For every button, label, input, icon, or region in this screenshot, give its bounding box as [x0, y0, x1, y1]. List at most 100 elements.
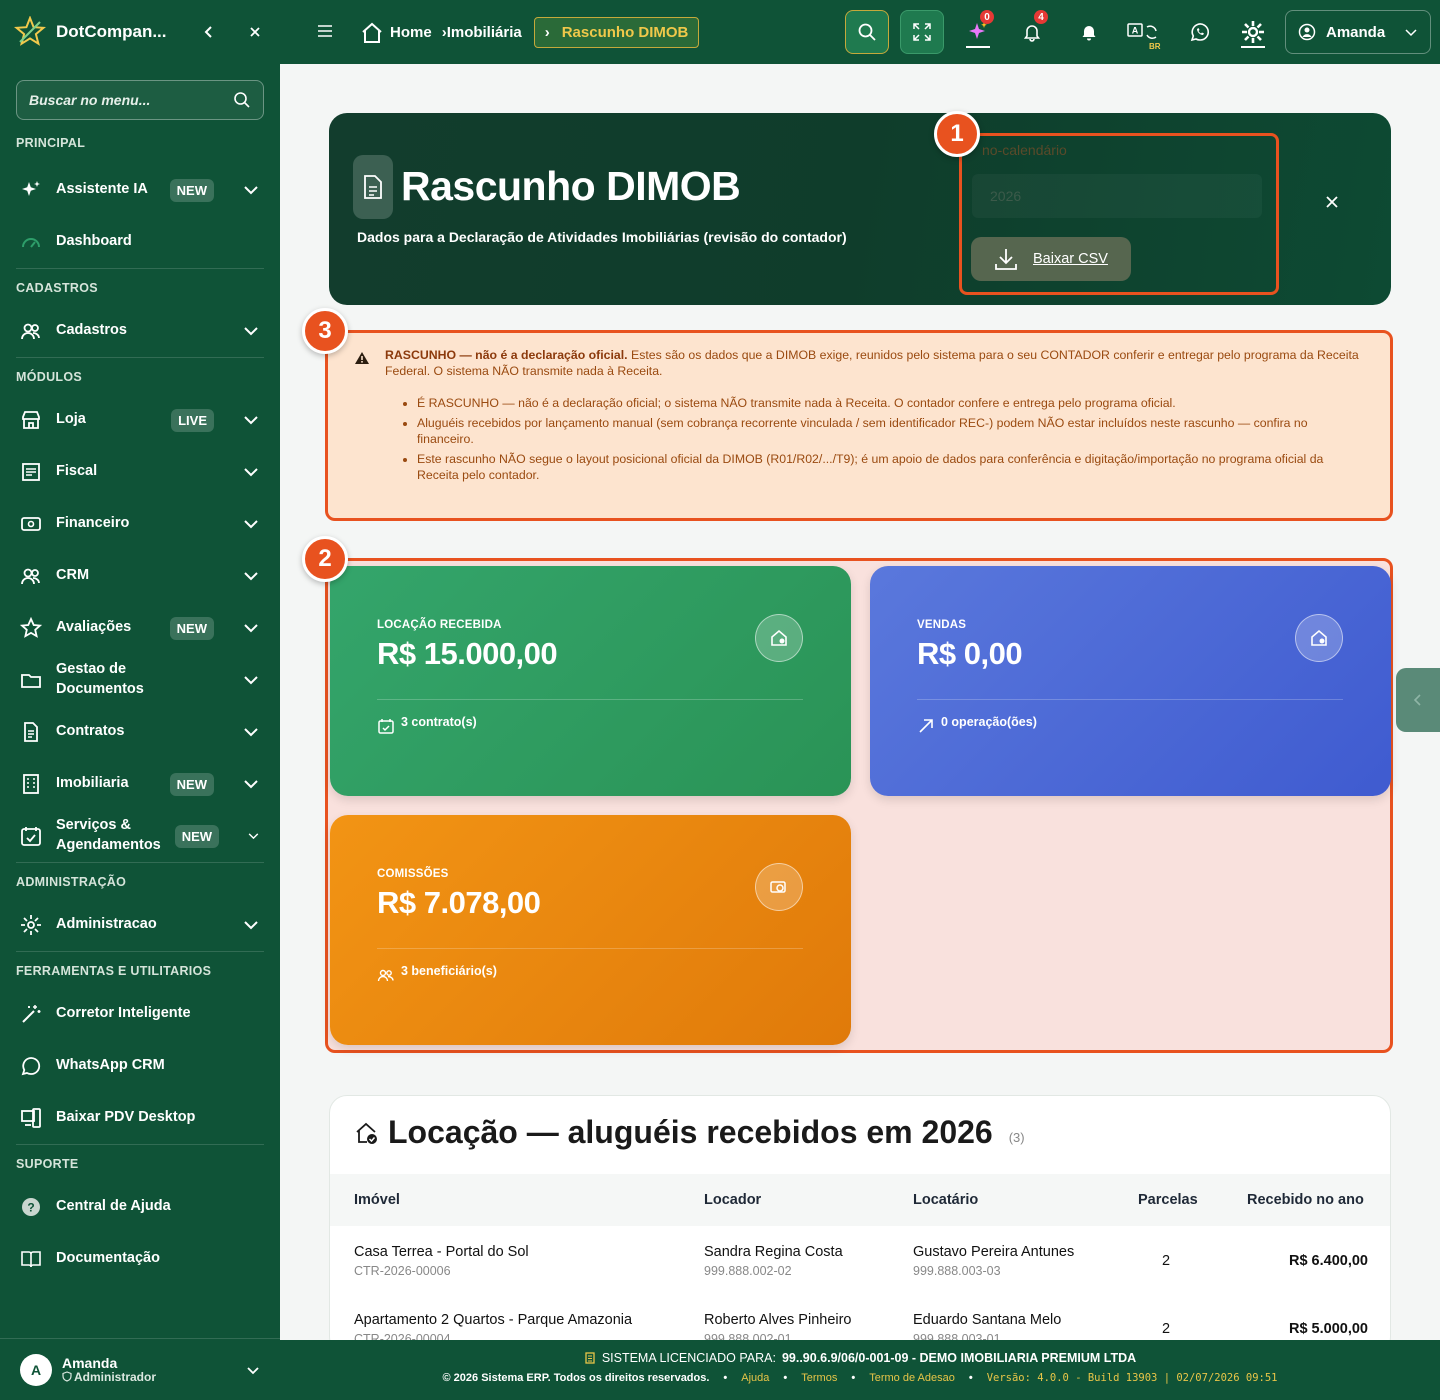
- table-row[interactable]: Casa Terrea - Portal do Sol CTR-2026-000…: [330, 1244, 1390, 1312]
- sidebar-item-fiscal[interactable]: Fiscal: [0, 446, 280, 498]
- license-label: SISTEMA LICENCIADO PARA:: [601, 1351, 776, 1365]
- list-item: Este rascunho NÃO segue o layout posicio…: [417, 451, 1362, 483]
- stat-value: R$ 15.000,00: [377, 636, 558, 671]
- sidebar-item-loja[interactable]: Loja LIVE: [0, 394, 280, 446]
- cell-recebido: R$ 5.000,00: [1288, 1321, 1368, 1337]
- cell-parcelas: 2: [1162, 1253, 1171, 1269]
- sidebar-item-baixar-pdv[interactable]: Baixar PDV Desktop: [0, 1092, 280, 1144]
- table-count: (3): [1008, 1130, 1025, 1145]
- notifications-count-badge: 4: [1034, 10, 1048, 24]
- sidebar-item-label: Documentação: [56, 1250, 160, 1267]
- stat-card-vendas: VENDAS R$ 0,00 0 operação(ões): [870, 566, 1391, 796]
- stat-footer-text: 0 operação(ões): [941, 715, 1037, 729]
- callout-3: 3: [302, 308, 348, 354]
- users-icon: [20, 320, 42, 342]
- chevron-down-icon: [244, 327, 258, 336]
- sidebar-item-imobiliaria[interactable]: Imobiliaria NEW: [0, 758, 280, 810]
- active-underline: [966, 46, 990, 48]
- notifications[interactable]: 4: [1020, 0, 1048, 64]
- sidebar-item-assistente-ia[interactable]: Assistente IA NEW: [0, 164, 280, 216]
- side-panel-toggle[interactable]: [1396, 668, 1440, 732]
- download-icon: [995, 249, 1017, 270]
- alerts[interactable]: [1077, 0, 1101, 64]
- breadcrumb-home[interactable]: Home: [390, 24, 432, 41]
- footer-link-termos[interactable]: Termos: [801, 1372, 837, 1384]
- divider: [377, 699, 803, 700]
- chevron-down-icon: [244, 676, 258, 685]
- menu-icon[interactable]: [316, 22, 334, 40]
- stat-card-comissoes: COMISSÕES R$ 7.078,00 3 beneficiário(s): [330, 815, 851, 1045]
- sidebar-item-contratos[interactable]: Contratos: [0, 706, 280, 758]
- fullscreen-button[interactable]: [900, 10, 944, 54]
- building-icon: [20, 773, 42, 795]
- sidebar-item-gestao-documentos[interactable]: Gestao de Documentos: [0, 654, 280, 706]
- avatar: A: [20, 1353, 52, 1386]
- sidebar-item-servicos-agendamentos[interactable]: Serviços & Agendamentos NEW: [0, 810, 280, 862]
- document-icon: [20, 721, 42, 743]
- sparkles-icon: [20, 179, 42, 201]
- whatsapp[interactable]: [1188, 0, 1212, 64]
- search-icon[interactable]: [233, 91, 251, 109]
- desktop-icon: [20, 1107, 42, 1129]
- warning-icon: [354, 351, 370, 365]
- column-header[interactable]: Locatário: [913, 1192, 978, 1208]
- magic-wand-icon: [20, 1003, 42, 1025]
- sidebar-item-crm[interactable]: CRM: [0, 550, 280, 602]
- collapse-sidebar-icon[interactable]: [198, 21, 220, 43]
- sidebar-item-corretor-inteligente[interactable]: Corretor Inteligente: [0, 988, 280, 1040]
- footer-link-ajuda[interactable]: Ajuda: [741, 1372, 769, 1384]
- sidebar-item-cadastros[interactable]: Cadastros: [0, 305, 280, 357]
- breadcrumb-separator: ›: [544, 24, 550, 41]
- language-switch[interactable]: A BR: [1125, 0, 1161, 64]
- column-header[interactable]: Recebido no ano: [1247, 1192, 1364, 1208]
- cell-locatario: Eduardo Santana Melo: [913, 1312, 1062, 1328]
- close-icon[interactable]: [1319, 189, 1345, 215]
- stat-footer: 3 contrato(s): [377, 715, 477, 735]
- footer-links: © 2026 Sistema ERP. Todos os direitos re…: [442, 1372, 1278, 1384]
- user-menu-button[interactable]: Amanda: [1285, 10, 1431, 54]
- column-header[interactable]: Locador: [704, 1192, 761, 1208]
- sidebar-item-documentacao[interactable]: Documentação: [0, 1233, 280, 1285]
- cell-imovel: Apartamento 2 Quartos - Parque Amazonia: [354, 1312, 633, 1328]
- chevron-down-icon: [244, 416, 258, 425]
- global-search-button[interactable]: [845, 10, 889, 54]
- menu-search-input[interactable]: [29, 92, 233, 108]
- warning-list: É RASCUNHO — não é a declaração oficial;…: [417, 395, 1362, 483]
- live-badge: LIVE: [171, 408, 214, 432]
- home-icon[interactable]: [360, 21, 384, 45]
- whatsapp-icon: [1190, 23, 1209, 42]
- sidebar-item-avaliacoes[interactable]: Avaliações NEW: [0, 602, 280, 654]
- sidebar-item-label: Imobiliaria: [56, 775, 129, 792]
- chevron-down-icon: [248, 833, 259, 840]
- settings[interactable]: [1238, 0, 1268, 64]
- sidebar-item-label: Cadastros: [56, 322, 127, 339]
- stat-label: COMISSÕES: [377, 868, 449, 880]
- sidebar-item-dashboard[interactable]: Dashboard: [0, 216, 280, 268]
- chevron-down-icon: [244, 572, 258, 581]
- sidebar-user[interactable]: A Amanda Administrador: [0, 1338, 280, 1400]
- translate-icon: A: [1127, 23, 1157, 39]
- ai-notifications[interactable]: 0: [964, 0, 994, 64]
- sidebar-item-administracao[interactable]: Administracao: [0, 899, 280, 951]
- money-icon: [755, 863, 803, 911]
- chevron-down-icon: [244, 921, 258, 930]
- column-header[interactable]: Imóvel: [354, 1192, 400, 1208]
- year-select[interactable]: 2026: [972, 174, 1262, 218]
- calendar-check-icon: [378, 719, 394, 734]
- sidebar-item-whatsapp-crm[interactable]: WhatsApp CRM: [0, 1040, 280, 1092]
- help-icon: ?: [20, 1196, 42, 1218]
- year-filter-panel: no-calendário 2026 Baixar CSV: [959, 133, 1279, 295]
- store-icon: [20, 409, 42, 431]
- list-item: Aluguéis recebidos por lançamento manual…: [417, 415, 1362, 447]
- breadcrumb-imobiliaria[interactable]: Imobiliária: [447, 24, 522, 41]
- sidebar-item-label: Financeiro: [56, 515, 130, 532]
- sidebar-item-central-ajuda[interactable]: ? Central de Ajuda: [0, 1181, 280, 1233]
- column-header[interactable]: Parcelas: [1138, 1192, 1198, 1208]
- callout-1: 1: [934, 111, 980, 157]
- cell-locatario: Gustavo Pereira Antunes: [913, 1244, 1075, 1260]
- footer-link-termo-adesao[interactable]: Termo de Adesao: [869, 1372, 955, 1384]
- close-icon[interactable]: [244, 21, 266, 43]
- download-csv-button[interactable]: Baixar CSV: [971, 237, 1131, 281]
- sidebar-item-financeiro[interactable]: Financeiro: [0, 498, 280, 550]
- new-badge: NEW: [169, 616, 214, 640]
